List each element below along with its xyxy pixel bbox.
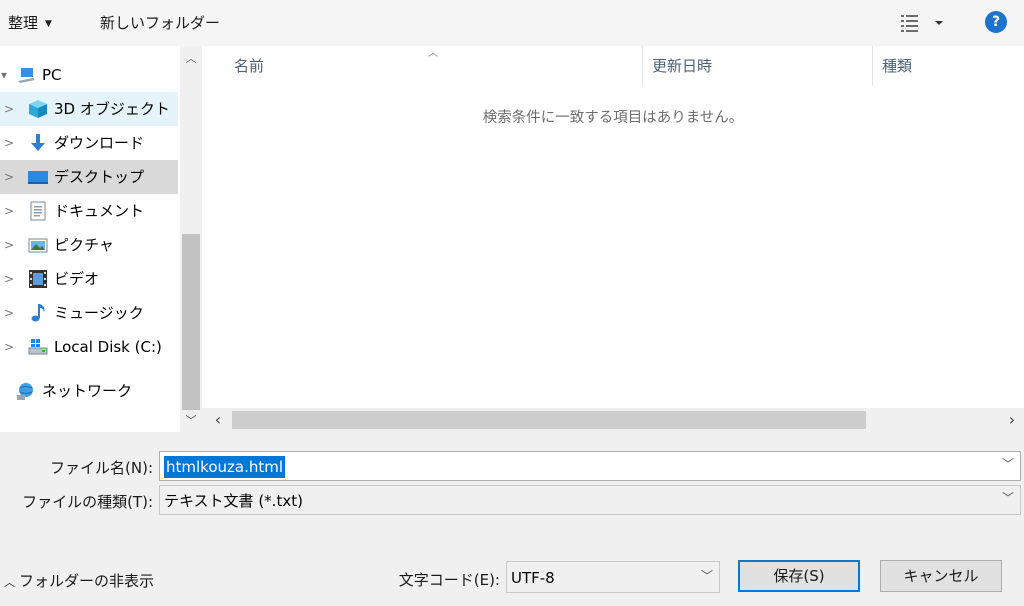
filename-value[interactable]: htmlkouza.html [164, 456, 286, 478]
chevron-down-icon[interactable]: ﹀ [1002, 489, 1014, 506]
organize-label: 整理 [8, 14, 39, 32]
column-header-type[interactable]: 種類 [882, 46, 1022, 86]
music-icon [31, 304, 45, 322]
nav-item-music[interactable]: > ミュージック [0, 296, 178, 330]
encoding-value: UTF-8 [511, 569, 555, 587]
nav-item-label: ネットワーク [42, 382, 133, 400]
chevron-right-icon[interactable]: > [3, 194, 15, 228]
chevron-right-icon[interactable]: > [3, 228, 15, 262]
new-folder-button[interactable]: 新しいフォルダー [100, 12, 220, 34]
chevron-right-icon[interactable]: > [3, 92, 15, 126]
nav-item-desktop[interactable]: > デスクトップ [0, 160, 178, 194]
download-icon [31, 134, 45, 151]
filetype-select[interactable]: テキスト文書 (*.txt) ﹀ [159, 485, 1021, 515]
column-divider[interactable] [642, 46, 643, 86]
video-icon [29, 270, 47, 288]
save-button[interactable]: 保存(S) [738, 560, 860, 592]
chevron-right-icon[interactable]: > [3, 330, 15, 364]
filename-label: ファイル名(N): [50, 459, 153, 477]
scroll-up-icon[interactable]: ︿ [180, 48, 202, 70]
scroll-down-icon[interactable]: ﹀ [180, 410, 202, 432]
nav-item-label: ミュージック [54, 304, 144, 322]
organize-button[interactable]: 整理 ▼ [8, 12, 52, 34]
desktop-icon [28, 171, 48, 184]
view-options-button[interactable] [898, 11, 948, 35]
nav-item-label: 3D オブジェクト [54, 100, 170, 118]
pictures-icon [28, 238, 48, 253]
column-header-name[interactable]: 名前 [234, 46, 640, 86]
documents-icon [30, 201, 46, 221]
chevron-right-icon[interactable]: > [3, 296, 15, 330]
file-list: ︿ 名前 更新日時 種類 検索条件に一致する項目はありません。 [202, 46, 1024, 408]
column-header-modified[interactable]: 更新日時 [652, 46, 870, 86]
filetype-value: テキスト文書 (*.txt) [164, 492, 303, 510]
3d-objects-icon [29, 100, 47, 118]
chevron-up-icon: ︿ [4, 576, 15, 589]
empty-message: 検索条件に一致する項目はありません。 [482, 110, 744, 126]
nav-item-label: デスクトップ [54, 168, 145, 186]
scroll-right-icon[interactable]: › [1000, 408, 1024, 432]
chevron-right-icon[interactable]: > [3, 160, 15, 194]
caret-down-icon: ▼ [45, 19, 52, 29]
chevron-right-icon[interactable]: > [3, 262, 15, 296]
pc-icon [18, 68, 35, 83]
nav-item-local-disk[interactable]: > Local Disk (C:) [0, 330, 178, 364]
nav-item-network[interactable]: ネットワーク [0, 374, 178, 408]
nav-scrollbar-thumb[interactable] [182, 234, 200, 410]
nav-item-documents[interactable]: > ドキュメント [0, 194, 178, 228]
column-divider[interactable] [872, 46, 873, 86]
nav-item-label: ピクチャ [54, 236, 114, 254]
expanded-chevron-icon[interactable]: ▾ [0, 58, 10, 92]
details-view-icon [901, 15, 943, 32]
local-disk-icon [28, 339, 48, 355]
encoding-label: 文字コード(E): [398, 571, 500, 589]
nav-item-label: PC [42, 66, 62, 84]
hide-folders-button[interactable]: ︿ フォルダーの非表示 [4, 570, 154, 591]
network-icon [17, 383, 33, 400]
horizontal-scrollbar-thumb[interactable] [232, 411, 866, 429]
nav-item-label: Local Disk (C:) [54, 338, 162, 356]
nav-item-label: ビデオ [54, 270, 100, 288]
scroll-left-icon[interactable]: ‹ [206, 408, 230, 432]
horizontal-scrollbar[interactable]: ‹ › [202, 408, 1024, 432]
cancel-button[interactable]: キャンセル [880, 560, 1002, 592]
nav-item-pc[interactable]: ▾ PC [0, 58, 178, 92]
chevron-right-icon[interactable]: > [3, 126, 15, 160]
nav-item-label: ダウンロード [54, 134, 145, 152]
nav-item-pictures[interactable]: > ピクチャ [0, 228, 178, 262]
hide-folders-label: フォルダーの非表示 [19, 572, 155, 590]
help-button[interactable]: ? [985, 11, 1007, 33]
chevron-down-icon[interactable]: ﹀ [701, 567, 713, 584]
nav-item-downloads[interactable]: > ダウンロード [0, 126, 178, 160]
nav-item-label: ドキュメント [54, 202, 145, 220]
encoding-select[interactable]: UTF-8 ﹀ [506, 561, 720, 593]
nav-item-videos[interactable]: > ビデオ [0, 262, 178, 296]
filename-input[interactable]: htmlkouza.html ﹀ [159, 451, 1021, 481]
nav-item-3d-objects[interactable]: > 3D オブジェクト [0, 92, 178, 126]
filetype-label: ファイルの種類(T): [22, 493, 153, 511]
toolbar: 整理 ▼ 新しいフォルダー ? [0, 0, 1024, 46]
navigation-pane: ▾ PC > 3D オブジェクト > ダウンロード > デスクトップ > ドキュ… [0, 46, 180, 432]
nav-scrollbar[interactable]: ︿ ﹀ [180, 46, 202, 432]
chevron-down-icon[interactable]: ﹀ [1002, 455, 1014, 472]
